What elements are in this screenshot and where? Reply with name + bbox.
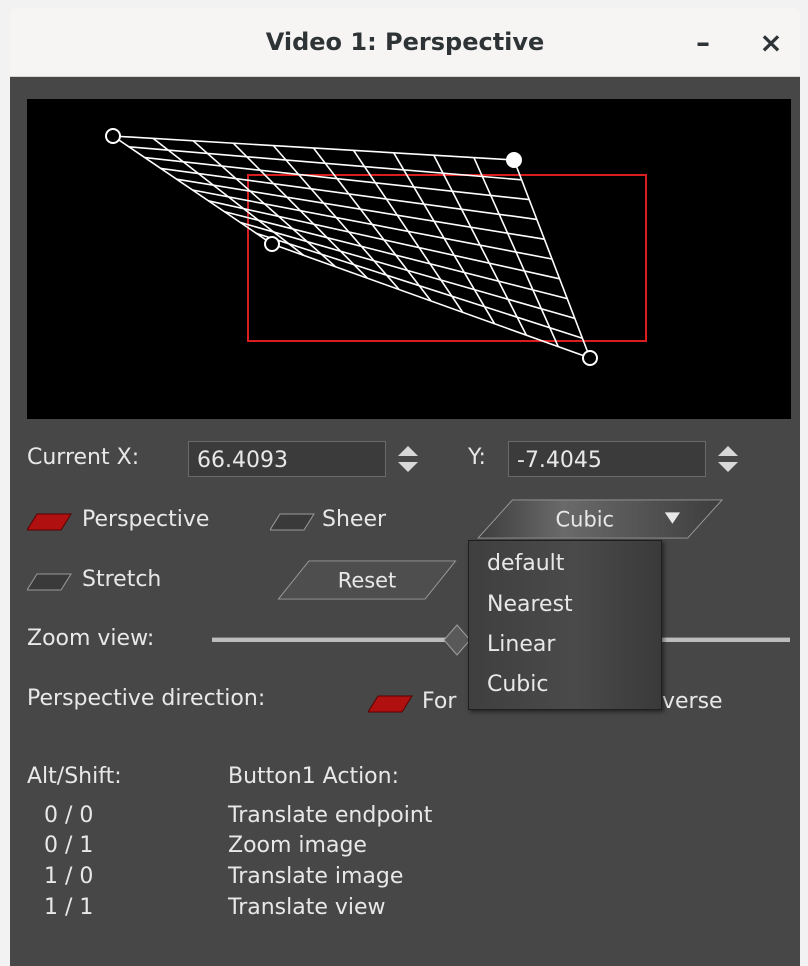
corner-handle-bottom-left [264, 236, 280, 252]
perspective-mode-label[interactable]: Perspective [82, 507, 209, 532]
corner-handle-top-left [105, 128, 121, 144]
x-spinner-icon[interactable] [394, 441, 422, 477]
reset-button[interactable]: Reset [272, 560, 462, 600]
grid-line-vertical [473, 157, 559, 347]
menu-item-cubic[interactable]: Cubic [487, 672, 548, 697]
help-keys: 1 / 1 [44, 895, 94, 920]
minimize-button[interactable]: – [686, 26, 720, 60]
current-y-label: Y: [468, 445, 486, 470]
current-x-label: Current X: [27, 445, 140, 470]
perspective-preview[interactable] [27, 99, 791, 419]
menu-item-default[interactable]: default [487, 551, 564, 576]
forward-label[interactable]: For [422, 689, 456, 714]
perspective-grid [112, 135, 591, 359]
window-title: Video 1: Perspective [265, 28, 545, 56]
sheer-checkbox-icon[interactable] [270, 512, 316, 532]
reverse-label[interactable]: verse [662, 689, 723, 714]
help-action: Zoom image [228, 833, 367, 858]
perspective-direction-label: Perspective direction: [27, 686, 266, 711]
perspective-window: Video 1: Perspective – × Current X: 66.4… [0, 0, 808, 966]
current-y-field[interactable]: -7.4045 [508, 441, 706, 477]
interpolation-dropdown[interactable]: Cubic [472, 499, 730, 539]
corner-handle-top-right [506, 152, 522, 168]
help-action: Translate image [228, 864, 404, 889]
help-keys: 0 / 0 [44, 803, 94, 828]
help-keys: 1 / 0 [44, 864, 94, 889]
perspective-checkbox-icon[interactable] [27, 512, 73, 532]
forward-checkbox-icon[interactable] [368, 694, 414, 714]
stretch-mode-label[interactable]: Stretch [82, 567, 161, 592]
reset-label: Reset [338, 569, 397, 593]
corner-handle-bottom-right [582, 350, 598, 366]
menu-item-nearest[interactable]: Nearest [487, 592, 573, 617]
help-header-keys: Alt/Shift: [27, 764, 122, 789]
zoom-view-label: Zoom view: [27, 626, 155, 651]
title-bar[interactable]: Video 1: Perspective – × [10, 8, 800, 77]
y-spinner-icon[interactable] [714, 441, 742, 477]
interpolation-menu: default Nearest Linear Cubic [468, 540, 662, 710]
help-header-action: Button1 Action: [228, 764, 399, 789]
help-action: Translate endpoint [228, 803, 433, 828]
current-x-field[interactable]: 66.4093 [188, 441, 386, 477]
dialog-body: Current X: 66.4093 Y: -7.4045 Perspectiv… [10, 77, 800, 966]
help-keys: 0 / 1 [44, 833, 94, 858]
interpolation-selected: Cubic [556, 508, 615, 532]
grid-line-vertical [393, 152, 496, 325]
help-action: Translate view [228, 895, 386, 920]
sheer-mode-label[interactable]: Sheer [322, 507, 386, 532]
menu-item-linear[interactable]: Linear [487, 632, 555, 657]
stretch-checkbox-icon[interactable] [27, 572, 73, 592]
close-button[interactable]: × [754, 26, 788, 60]
